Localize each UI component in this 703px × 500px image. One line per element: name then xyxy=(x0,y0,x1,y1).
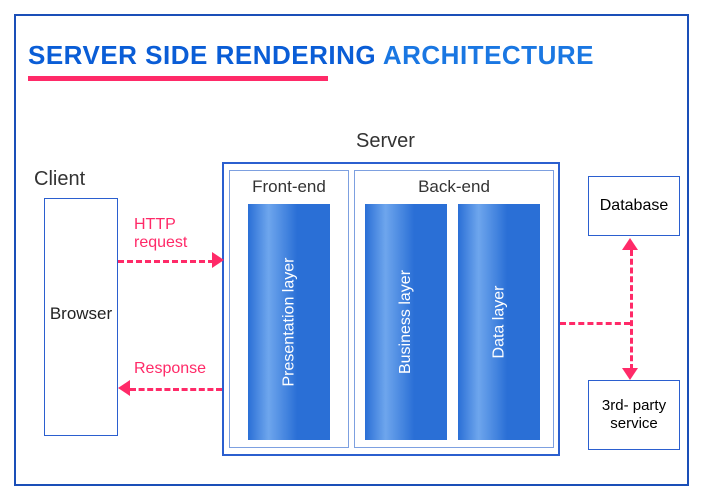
presentation-layer: Presentation layer xyxy=(248,204,330,440)
response-arrow-label: Response xyxy=(134,360,206,378)
database-box: Database xyxy=(588,176,680,236)
title-underline xyxy=(28,76,328,81)
client-box: Browser xyxy=(44,198,118,436)
server-heading: Server xyxy=(356,130,415,153)
business-layer: Business layer xyxy=(365,204,447,440)
request-arrow-line xyxy=(118,260,214,263)
db-arrow-head xyxy=(622,238,638,250)
response-arrow-line xyxy=(130,388,222,391)
service-box: 3rd- party service xyxy=(588,380,680,450)
title-strong: SERVER SIDE RENDERING xyxy=(28,40,376,70)
frontend-heading: Front-end xyxy=(230,177,348,197)
backend-heading: Back-end xyxy=(355,177,553,197)
data-layer: Data layer xyxy=(458,204,540,440)
service-label: 3rd- party service xyxy=(593,397,675,433)
response-arrow-head xyxy=(118,380,130,396)
request-arrow-text: HTTPrequest xyxy=(134,216,187,251)
database-label: Database xyxy=(600,197,669,215)
client-box-label: Browser xyxy=(45,304,117,324)
request-arrow-head xyxy=(212,252,224,268)
diagram-title: SERVER SIDE RENDERING ARCHITECTURE xyxy=(28,40,594,71)
request-arrow-label: HTTPrequest xyxy=(134,216,187,253)
presentation-layer-label: Presentation layer xyxy=(280,258,298,387)
svc-arrow-head xyxy=(622,368,638,380)
title-rest: ARCHITECTURE xyxy=(376,40,594,70)
right-vertical-line xyxy=(630,250,633,370)
server-right-line xyxy=(560,322,630,325)
client-heading: Client xyxy=(34,168,85,191)
business-layer-label: Business layer xyxy=(397,270,415,374)
data-layer-label: Data layer xyxy=(490,286,508,359)
